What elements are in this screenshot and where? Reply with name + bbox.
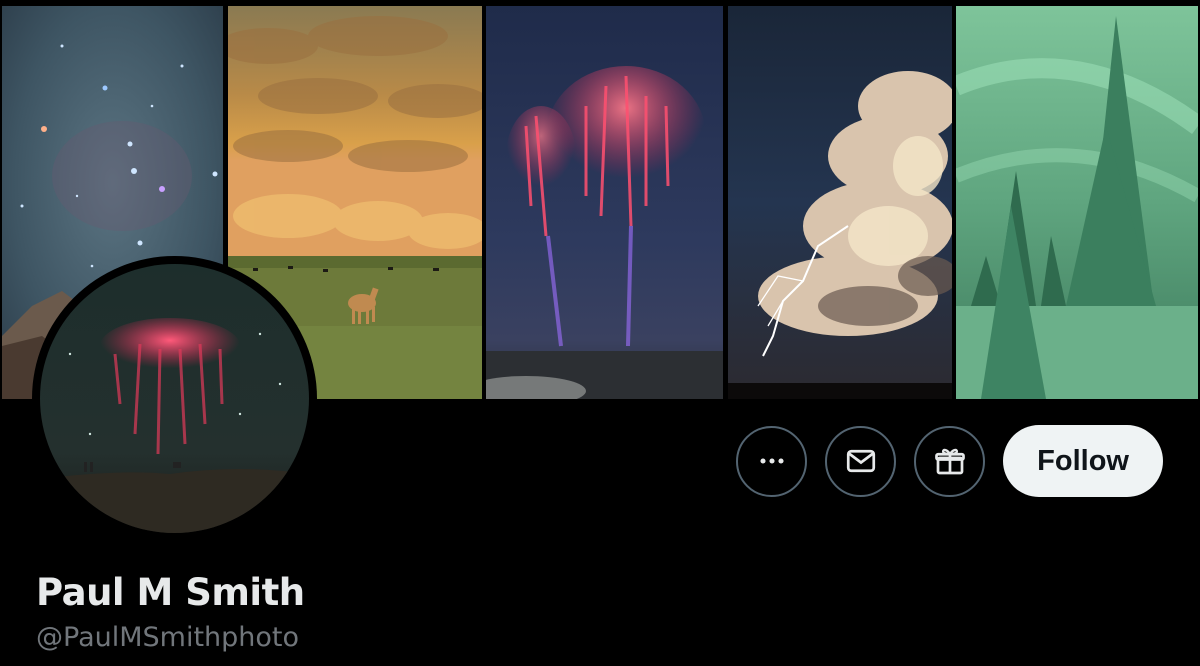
more-button[interactable] — [736, 425, 808, 497]
message-button[interactable] — [825, 425, 897, 497]
profile-avatar[interactable] — [32, 256, 317, 541]
profile-display-name: Paul M Smith — [36, 571, 305, 614]
follow-button[interactable]: Follow — [1003, 425, 1163, 497]
profile-actions: Follow — [736, 425, 1163, 497]
profile-handle: @PaulMSmithphoto — [36, 622, 300, 653]
more-horizontal-icon — [760, 458, 784, 464]
banner-photo-red-sprites — [486, 6, 723, 399]
envelope-icon — [846, 449, 875, 473]
banner-photo-lightning-storm — [728, 6, 952, 399]
gift-icon — [934, 448, 965, 475]
avatar-photo-red-sprite — [40, 264, 309, 533]
profile-page: Follow Paul M Smith @PaulMSmithphoto — [0, 0, 1200, 666]
banner-photo-aurora-trees — [956, 6, 1198, 399]
subscribe-gift-button[interactable] — [914, 425, 986, 497]
